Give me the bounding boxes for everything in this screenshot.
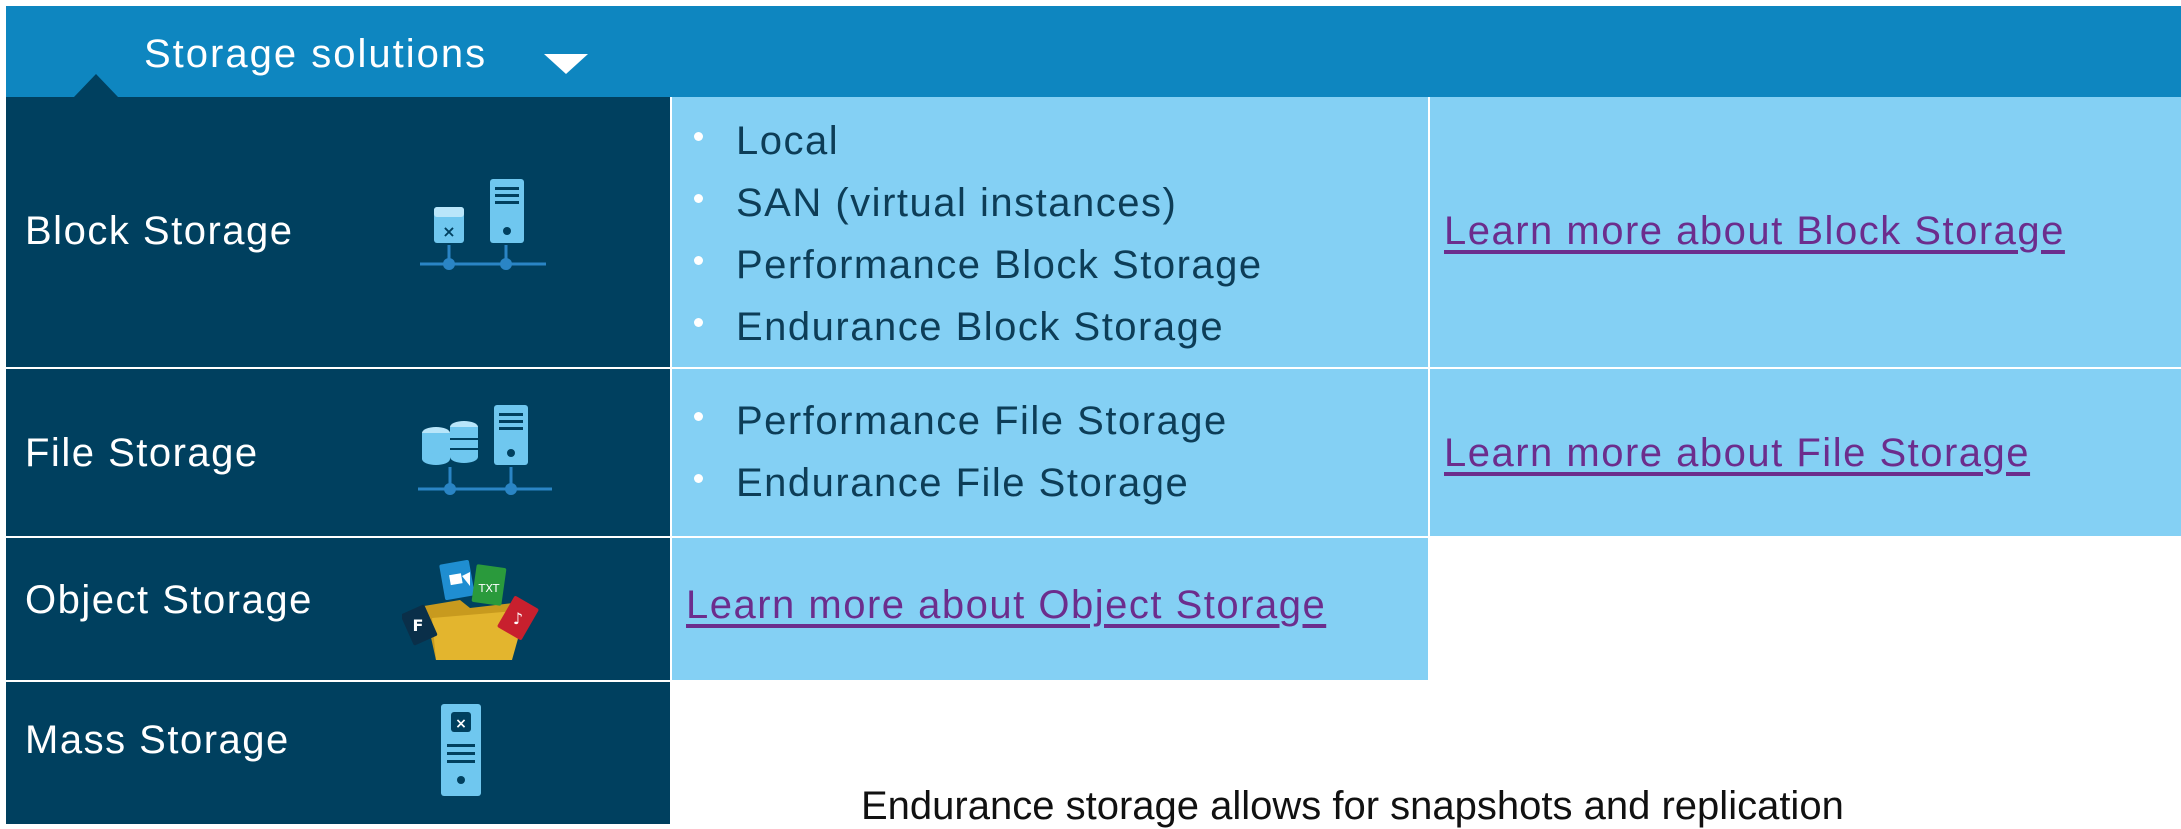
footnote-text: Endurance storage allows for snapshots a… [861,784,1844,828]
menu-pointer [74,74,118,97]
learn-more-object-storage-link[interactable]: Learn more about Object Storage [686,583,1326,628]
svg-text:♪: ♪ [513,609,523,628]
category-file-storage: File Storage [6,369,670,536]
object-storage-link-cell: Learn more about Object Storage [672,538,1428,680]
block-storage-list-cell: Local SAN (virtual instances) Performanc… [672,97,1428,367]
category-label: Mass Storage [25,718,290,762]
chevron-down-icon[interactable] [544,54,588,74]
svg-text:F: F [413,616,424,635]
category-object-storage: Object Storage TXT ♪ F [6,538,670,680]
object-storage-icon: TXT ♪ F [400,556,546,671]
category-label: Block Storage [25,209,294,253]
mass-storage-icon: × [441,704,481,801]
file-storage-list-cell: Performance File Storage Endurance File … [672,369,1428,536]
header-bar: Storage solutions [6,6,2181,97]
block-storage-link-cell: Learn more about Block Storage [1430,97,2181,367]
file-storage-icon [418,405,552,504]
svg-text:×: × [455,716,467,732]
category-label: Object Storage [25,578,313,622]
file-storage-link-cell: Learn more about File Storage [1430,369,2181,536]
category-block-storage: Block Storage × [6,97,670,367]
svg-text:TXT: TXT [478,582,500,595]
learn-more-block-storage-link[interactable]: Learn more about Block Storage [1444,209,2065,254]
learn-more-file-storage-link[interactable]: Learn more about File Storage [1444,431,2030,476]
menu-title[interactable]: Storage solutions [144,32,487,77]
category-label: File Storage [25,431,259,475]
svg-text:×: × [442,222,455,241]
block-storage-icon: × [420,179,546,280]
category-mass-storage: Mass Storage × [6,682,670,824]
